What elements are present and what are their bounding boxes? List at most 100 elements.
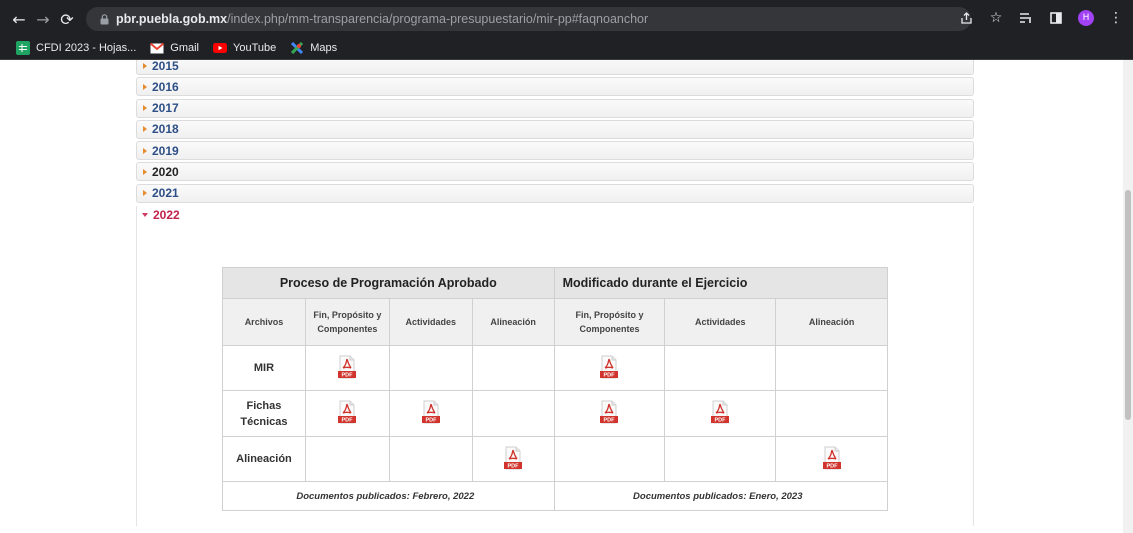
cell <box>471 390 555 437</box>
cell: PDF <box>553 390 666 437</box>
caret-right-icon <box>143 62 147 69</box>
pdf-icon[interactable]: PDF <box>503 446 523 470</box>
svg-text:PDF: PDF <box>342 372 354 378</box>
cell <box>553 436 666 482</box>
pdf-icon[interactable]: PDF <box>337 400 357 424</box>
caret-right-icon <box>143 190 147 197</box>
cell <box>388 436 473 482</box>
group-header-modified: Modificado durante el Ejercicio <box>553 267 889 299</box>
caret-right-icon <box>143 126 147 133</box>
table-row: Alineación PDF PDF <box>222 436 888 482</box>
maps-icon <box>290 41 304 55</box>
caret-right-icon <box>143 83 147 90</box>
row-label-alineacion: Alineación <box>222 436 306 482</box>
svg-text:PDF: PDF <box>508 463 520 469</box>
bookmark-label: Gmail <box>170 42 199 54</box>
pdf-icon[interactable]: PDF <box>599 400 619 424</box>
row-label-fichas: Fichas Técnicas <box>222 390 306 437</box>
cell <box>664 345 777 391</box>
svg-text:PDF: PDF <box>826 463 838 469</box>
table-row: MIR PDF PDF <box>222 345 888 391</box>
bookmark-maps[interactable]: Maps <box>290 41 337 55</box>
back-arrow-icon[interactable]: ← <box>6 6 32 32</box>
url-host: pbr.puebla.gob.mx <box>116 12 228 26</box>
side-panel-icon[interactable] <box>1045 6 1067 30</box>
group-header-approved: Proceso de Programación Aprobado <box>222 267 555 299</box>
year-label: 2018 <box>152 122 179 137</box>
year-label: 2016 <box>152 79 179 94</box>
pdf-icon[interactable]: PDF <box>421 400 441 424</box>
table-row: Fichas Técnicas PDF PDF PDF PDF <box>222 390 888 437</box>
sheets-icon <box>16 41 30 55</box>
caret-right-icon <box>143 168 147 175</box>
cell <box>664 436 777 482</box>
published-date-right: Documentos publicados: Enero, 2023 <box>553 481 889 511</box>
bookmark-label: Maps <box>310 42 338 54</box>
year-label: 2019 <box>152 143 179 158</box>
accordion-item-2018[interactable]: 2018 <box>136 119 974 139</box>
cell: PDF <box>304 345 390 391</box>
col-header-actividades: Actividades <box>388 298 473 346</box>
cell: PDF <box>775 436 888 482</box>
year-accordion: 2015 2016 2017 2018 2019 2020 2021 2022 <box>136 60 974 226</box>
page-scrollbar[interactable] <box>1123 60 1133 533</box>
accordion-item-2020[interactable]: 2020 <box>136 162 974 182</box>
kebab-menu-icon[interactable]: ⋮ <box>1105 6 1127 30</box>
caret-right-icon <box>143 147 147 154</box>
share-icon[interactable] <box>955 6 977 30</box>
gmail-icon <box>150 41 165 55</box>
svg-text:PDF: PDF <box>342 418 354 424</box>
accordion-item-2016[interactable]: 2016 <box>136 77 974 97</box>
bookmark-label: CFDI 2023 - Hojas... <box>36 42 137 54</box>
cell: PDF <box>471 436 555 482</box>
table-footer-row: Documentos publicados: Febrero, 2022 Doc… <box>222 481 889 511</box>
accordion-item-2015[interactable]: 2015 <box>136 60 974 75</box>
cell <box>775 345 888 391</box>
svg-text:PDF: PDF <box>425 418 437 424</box>
pdf-icon[interactable]: PDF <box>822 446 842 470</box>
col-header-alineacion-mod: Alineación <box>775 298 888 346</box>
bookmark-cfdi[interactable]: CFDI 2023 - Hojas... <box>16 41 136 55</box>
bookmark-star-icon[interactable]: ☆ <box>985 6 1007 30</box>
accordion-item-2019[interactable]: 2019 <box>136 141 974 161</box>
profile-avatar[interactable]: H <box>1075 6 1097 30</box>
url-path: /index.php/mm-transparencia/programa-pre… <box>227 12 649 26</box>
bookmarks-bar: CFDI 2023 - Hojas... Gmail YouTube Maps <box>0 37 1133 60</box>
col-header-fin-mod: Fin, Propósito y Componentes <box>553 298 666 346</box>
row-label-mir: MIR <box>222 345 306 391</box>
svg-text:PDF: PDF <box>715 418 727 424</box>
reading-list-icon[interactable] <box>1015 6 1037 30</box>
accordion-item-2017[interactable]: 2017 <box>136 98 974 118</box>
svg-text:PDF: PDF <box>604 372 616 378</box>
address-bar[interactable]: pbr.puebla.gob.mx /index.php/mm-transpar… <box>86 7 971 31</box>
bookmark-label: YouTube <box>233 42 277 54</box>
cell <box>775 390 888 437</box>
year-label: 2017 <box>152 101 179 116</box>
forward-arrow-icon[interactable]: → <box>30 6 56 32</box>
year-label: 2015 <box>152 60 179 73</box>
web-page: 2015 2016 2017 2018 2019 2020 2021 2022 <box>0 60 1133 533</box>
cell <box>304 436 390 482</box>
cell <box>471 345 555 391</box>
pdf-icon[interactable]: PDF <box>710 400 730 424</box>
pdf-icon[interactable]: PDF <box>337 355 357 379</box>
browser-toolbar: ← → ⟳ pbr.puebla.gob.mx /index.php/mm-tr… <box>0 0 1133 37</box>
year-label: 2020 <box>152 164 179 179</box>
published-date-left: Documentos publicados: Febrero, 2022 <box>222 481 555 511</box>
col-header-fin: Fin, Propósito y Componentes <box>304 298 390 346</box>
bookmark-gmail[interactable]: Gmail <box>150 41 199 55</box>
bookmark-youtube[interactable]: YouTube <box>213 41 276 55</box>
cell: PDF <box>553 345 666 391</box>
lock-icon[interactable] <box>98 13 110 25</box>
cell: PDF <box>304 390 390 437</box>
cell <box>388 345 473 391</box>
col-header-alineacion: Alineación <box>471 298 555 346</box>
col-header-actividades-mod: Actividades <box>664 298 777 346</box>
reload-icon[interactable]: ⟳ <box>54 6 80 32</box>
cell: PDF <box>388 390 473 437</box>
accordion-item-2021[interactable]: 2021 <box>136 183 974 203</box>
youtube-icon <box>213 41 227 55</box>
scrollbar-thumb[interactable] <box>1125 190 1131 420</box>
caret-right-icon <box>143 105 147 112</box>
pdf-icon[interactable]: PDF <box>599 355 619 379</box>
